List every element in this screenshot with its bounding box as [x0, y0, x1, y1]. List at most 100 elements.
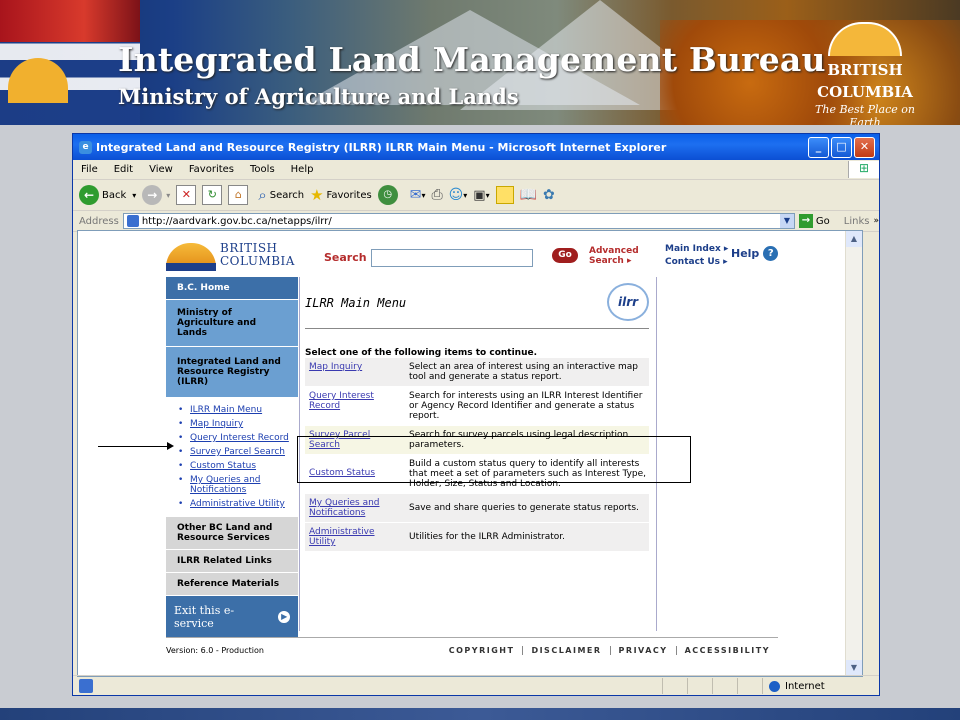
nav-link-administrative-utility[interactable]: Administrative Utility — [178, 497, 298, 511]
footer-copyright-link[interactable]: COPYRIGHT — [441, 646, 523, 655]
window-titlebar[interactable]: e Integrated Land and Resource Registry … — [73, 134, 879, 160]
messenger-icon: ☺ — [448, 187, 464, 203]
bc-sun-logo-icon — [828, 22, 902, 56]
option-link-map-inquiry[interactable]: Map Inquiry — [305, 358, 407, 386]
footer-disclaimer-link[interactable]: DISCLAIMER — [522, 645, 609, 655]
main-content: ILRR Main Menu ilrr Select one of the fo… — [305, 277, 651, 552]
banner-title: Integrated Land Management Bureau — [118, 40, 826, 79]
back-dropdown-icon[interactable]: ▾ — [132, 191, 136, 200]
page-search-label: Search — [324, 251, 367, 264]
bc-page-logo[interactable]: BRITISH COLUMBIA — [166, 239, 294, 275]
option-link-admin-utility[interactable]: Administrative Utility — [305, 523, 407, 551]
bc-web-page: BRITISH COLUMBIA Search Go Advanced Sear… — [166, 237, 779, 638]
contact-us-link[interactable]: Contact Us ▸ — [665, 256, 728, 269]
menu-edit[interactable]: Edit — [114, 164, 133, 175]
footer-privacy-link[interactable]: PRIVACY — [609, 645, 676, 655]
annotation-highlight-box — [297, 436, 691, 483]
nav-other-services[interactable]: Other BC Land and Resource Services — [166, 517, 298, 550]
address-dropdown-icon[interactable]: ▼ — [779, 214, 794, 228]
footer-accessibility-link[interactable]: ACCESSIBILITY — [675, 645, 778, 655]
note-button[interactable] — [495, 186, 514, 204]
maximize-button[interactable]: □ — [831, 136, 852, 158]
links-button[interactable]: Links — [844, 216, 870, 227]
advanced-search-link[interactable]: Advanced Search ▸ — [589, 246, 639, 266]
status-cell — [687, 678, 712, 694]
option-row-admin-utility: Administrative Utility Utilities for the… — [305, 523, 649, 552]
bc-logo-line1: BRITISH — [827, 61, 903, 79]
nav-sublist: ILRR Main Menu Map Inquiry Query Interes… — [166, 397, 298, 517]
bc-logo-line2: COLUMBIA — [817, 83, 913, 101]
advanced-search-line1: Advanced — [589, 246, 639, 256]
discuss-button[interactable]: ✿ — [543, 187, 555, 203]
minimize-button[interactable]: _ — [808, 136, 829, 158]
messenger-dropdown-icon[interactable]: ▾ — [463, 191, 467, 200]
menu-file[interactable]: File — [81, 164, 98, 175]
header-links: Main Index ▸ Contact Us ▸ — [665, 243, 728, 269]
messenger-button[interactable]: ☺ ▾ — [449, 187, 468, 203]
scroll-down-icon[interactable]: ▼ — [846, 660, 862, 676]
nav-ilrr[interactable]: Integrated Land and Resource Registry (I… — [166, 346, 298, 397]
nav-reference-materials[interactable]: Reference Materials — [166, 573, 298, 596]
back-button[interactable]: ← Back ▾ — [79, 185, 136, 205]
instruction-text: Select one of the following items to con… — [305, 348, 538, 358]
address-input[interactable]: http://aardvark.gov.bc.ca/netapps/ilrr/ … — [122, 213, 795, 229]
menu-tools[interactable]: Tools — [250, 164, 275, 175]
page-go-button[interactable]: Go — [552, 248, 578, 263]
home-button[interactable]: ⌂ — [228, 185, 249, 205]
forward-button[interactable]: → ▾ — [142, 185, 170, 205]
exit-eservice-button[interactable]: Exit this e-service ▶ — [166, 596, 298, 638]
nav-bc-home[interactable]: B.C. Home — [166, 277, 298, 299]
scroll-up-icon[interactable]: ▲ — [846, 231, 862, 247]
nav-link-survey-parcel-search[interactable]: Survey Parcel Search — [178, 445, 298, 459]
nav-link-my-queries[interactable]: My Queries and Notifications — [178, 473, 298, 497]
refresh-button[interactable]: ↻ — [202, 185, 223, 205]
flag-union-section — [0, 0, 140, 42]
nav-link-map-inquiry[interactable]: Map Inquiry — [178, 417, 298, 431]
close-button[interactable]: ✕ — [854, 136, 875, 158]
edit-dropdown-icon[interactable]: ▾ — [486, 191, 490, 200]
ie-icon: e — [79, 140, 92, 154]
go-button[interactable]: → Go — [798, 214, 830, 228]
favorites-button[interactable]: ★ Favorites — [310, 186, 372, 204]
mail-dropdown-icon[interactable]: ▾ — [421, 191, 425, 200]
discuss-icon: ✿ — [543, 187, 555, 203]
research-button[interactable]: 📖 — [520, 187, 537, 203]
vertical-scrollbar[interactable]: ▲ ▼ — [845, 231, 862, 676]
option-link-query-interest[interactable]: Query Interest Record — [305, 387, 407, 425]
option-link-my-queries[interactable]: My Queries and Notifications — [305, 494, 407, 522]
page-footer: Version: 6.0 - Production COPYRIGHT DISC… — [166, 637, 778, 657]
menu-bar: File Edit View Favorites Tools Help ⊞ — [73, 160, 879, 180]
address-label: Address — [79, 215, 119, 227]
back-label: Back — [102, 189, 127, 201]
page-icon — [126, 215, 139, 227]
option-desc-my-queries: Save and share queries to generate statu… — [409, 503, 639, 513]
option-desc-map-inquiry: Select an area of interest using an inte… — [409, 362, 638, 382]
history-button[interactable]: ◷ — [377, 185, 398, 205]
mail-button[interactable]: ✉ ▾ — [410, 187, 426, 203]
page-search-input[interactable] — [371, 249, 533, 267]
forward-dropdown-icon[interactable]: ▾ — [166, 191, 170, 200]
menu-help[interactable]: Help — [291, 164, 314, 175]
windows-logo-icon: ⊞ — [848, 161, 879, 178]
exit-arrow-icon: ▶ — [278, 611, 290, 623]
nav-link-ilrr-main-menu[interactable]: ILRR Main Menu — [178, 403, 298, 417]
option-row-query-interest: Query Interest Record Search for interes… — [305, 387, 649, 426]
address-url: http://aardvark.gov.bc.ca/netapps/ilrr/ — [141, 215, 332, 227]
nav-link-query-interest-record[interactable]: Query Interest Record — [178, 431, 298, 445]
search-button[interactable]: ⌕ Search — [258, 186, 304, 204]
main-index-link[interactable]: Main Index ▸ — [665, 243, 728, 256]
stop-button[interactable]: ✕ — [176, 185, 197, 205]
search-icon: ⌕ — [258, 186, 267, 204]
nav-ministry[interactable]: Ministry of Agriculture and Lands — [166, 299, 298, 346]
menu-view[interactable]: View — [149, 164, 173, 175]
nav-related-links[interactable]: ILRR Related Links — [166, 550, 298, 573]
research-book-icon: 📖 — [519, 187, 538, 203]
menu-favorites[interactable]: Favorites — [189, 164, 234, 175]
go-label: Go — [815, 215, 830, 227]
edit-button[interactable]: ▣ ▾ — [473, 188, 489, 203]
print-button[interactable]: ⎙ — [431, 187, 442, 203]
help-button[interactable]: Help ? — [731, 246, 779, 261]
links-chevron-icon[interactable]: » — [873, 216, 879, 226]
nav-link-custom-status[interactable]: Custom Status — [178, 459, 298, 473]
status-cells: Internet — [662, 678, 879, 694]
